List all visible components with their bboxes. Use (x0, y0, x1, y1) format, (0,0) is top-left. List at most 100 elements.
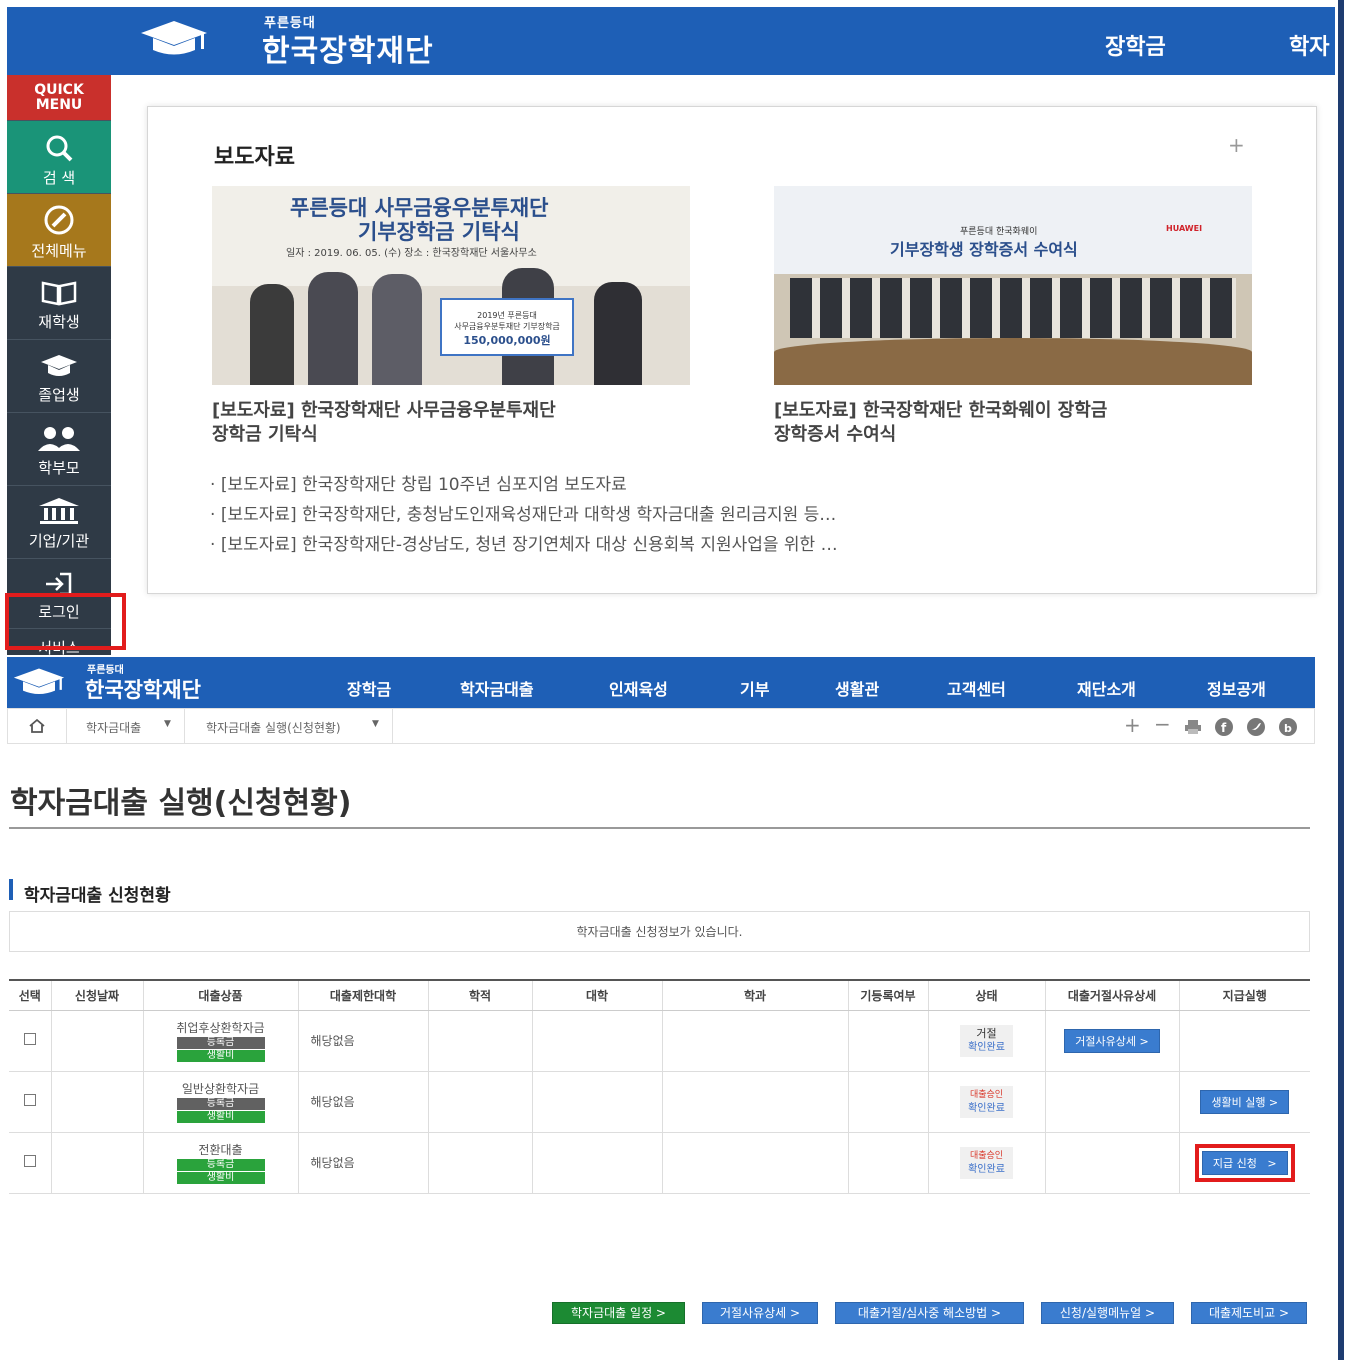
quick-menu-title-line1: QUICK (34, 82, 84, 98)
status-confirm-text: 확인완료 (968, 1041, 1005, 1053)
featured-caption-1-line1: [보도자료] 한국장학재단 사무금융우분투재단 (212, 400, 556, 421)
list-item[interactable]: · [보도자료] 한국장학재단 창립 10주년 심포지엄 보도자료 (210, 470, 1210, 500)
row-select-cell (9, 1071, 51, 1133)
featured-photo-1[interactable]: 푸른등대 사무금융우분투재단 기부장학금 기탁식 일자 : 2019. 06. … (212, 186, 690, 385)
status-cell: 대출승인 확인완료 (927, 1132, 1045, 1194)
donation-board-line1: 2019년 푸른등대 (477, 311, 537, 320)
living-tag: 생활비 (176, 1050, 265, 1062)
bottom-logo-text[interactable]: 한국장학재단 (85, 674, 201, 704)
section-title: 학자금대출 신청현황 (24, 886, 171, 906)
quick-menu-parent[interactable]: 학부모 (7, 413, 111, 486)
quick-menu-all[interactable]: 전체메뉴 (7, 194, 111, 267)
col-header-limit-university: 대출제한대학 (297, 980, 428, 1011)
quick-menu-company[interactable]: 기업/기관 (7, 486, 111, 559)
limit-cell: 해당없음 (297, 1071, 428, 1133)
payment-cell: 생활비 실행 > (1178, 1071, 1310, 1133)
living-expense-execute-button[interactable]: 생활비 실행 > (1200, 1089, 1290, 1114)
nav-dormitory[interactable]: 생활관 (835, 676, 879, 700)
quick-menu-search-label: 검 색 (42, 169, 76, 187)
photo-2-banner-line1: 기부장학생 장학증서 수여식 (890, 240, 1078, 259)
living-tag: 생활비 (176, 1172, 265, 1184)
reject-detail-bottom-button[interactable]: 거절사유상세 > (702, 1302, 818, 1324)
row-checkbox[interactable] (23, 1033, 36, 1045)
home-icon[interactable] (28, 718, 46, 734)
loan-compare-button[interactable]: 대출제도비교 > (1191, 1302, 1307, 1324)
status-text: 대출승인 (969, 1089, 1004, 1100)
quick-menu-student[interactable]: 재학생 (7, 267, 111, 340)
huawei-logo: HUAWEI (1166, 224, 1203, 233)
row-checkbox[interactable] (23, 1155, 36, 1167)
tuition-tag: 등록금 (176, 1037, 265, 1049)
enrollment-cell (427, 1132, 532, 1194)
breadcrumb-item-loan[interactable]: 학자금대출 (86, 719, 141, 736)
product-name: 전환대출 (198, 1143, 243, 1157)
department-cell (661, 1132, 848, 1194)
loan-status-table: 선택 신청날짜 대출상품 대출제한대학 학적 대학 학과 기등록여부 상태 대출… (9, 979, 1310, 1194)
print-icon[interactable] (1184, 719, 1202, 735)
quick-menu-graduate[interactable]: 졸업생 (7, 340, 111, 413)
reject-resolution-button[interactable]: 대출거절/심사중 해소방법 > (835, 1302, 1024, 1324)
chevron-down-icon[interactable]: ▼ (372, 719, 379, 729)
payment-request-button[interactable]: 지급 신청 > (1201, 1150, 1288, 1175)
registered-cell (847, 1132, 928, 1194)
nav-customer-center[interactable]: 고객센터 (947, 676, 1006, 700)
status-badge: 대출승인 확인완료 (960, 1085, 1013, 1118)
featured-caption-2-line1: [보도자료] 한국장학재단 한국화웨이 장학금 (774, 400, 1108, 421)
university-cell (531, 1071, 662, 1133)
featured-photo-2[interactable]: 푸른등대 한국화웨이 기부장학생 장학증서 수여식 HUAWEI (774, 186, 1252, 385)
top-nav-loan[interactable]: 학자 (1289, 29, 1329, 61)
nav-foundation[interactable]: 재단소개 (1077, 676, 1136, 700)
press-release-title: 보도자료 (214, 145, 295, 170)
donation-board-amount: 150,000,000원 (463, 334, 551, 347)
breadcrumb-item-current[interactable]: 학자금대출 실행(신청현황) (206, 719, 341, 736)
nav-talent[interactable]: 인재육성 (609, 676, 668, 700)
list-item[interactable]: · [보도자료] 한국장학재단, 충청남도인재육성재단과 대학생 학자금대출 원… (210, 500, 1210, 530)
row-checkbox[interactable] (23, 1094, 36, 1106)
quick-menu: QUICK MENU 검 색 전체메뉴 재학생 졸업생 학부모 기업/기관 로그… (7, 75, 111, 655)
chevron-down-icon[interactable]: ▼ (164, 719, 171, 729)
enrollment-cell (427, 1071, 532, 1133)
photo-1-banner-line2: 기부장학금 기탁식 (358, 220, 520, 244)
divider (184, 709, 185, 743)
top-logo-text[interactable]: 한국장학재단 (262, 26, 434, 70)
nav-scholarship[interactable]: 장학금 (347, 676, 391, 700)
status-text: 거절 (976, 1026, 997, 1040)
press-release-more-button[interactable]: + (1228, 133, 1245, 157)
manual-button[interactable]: 신청/실행메뉴얼 > (1041, 1302, 1174, 1324)
notice-box: 학자금대출 신청정보가 있습니다. (9, 911, 1310, 952)
right-border-rule (1338, 0, 1344, 1360)
breadcrumb: 학자금대출 ▼ 학자금대출 실행(신청현황) ▼ + − f b (7, 708, 1315, 744)
top-nav-scholarship[interactable]: 장학금 (1105, 29, 1166, 61)
col-header-university: 대학 (531, 980, 662, 1011)
status-cell: 거절 확인완료 (927, 1010, 1045, 1072)
quick-menu-search[interactable]: 검 색 (7, 121, 111, 194)
featured-caption-2[interactable]: [보도자료] 한국장학재단 한국화웨이 장학금 장학증서 수여식 (774, 399, 1264, 447)
compass-icon (44, 205, 74, 235)
donation-board-line2: 사무금융우분투재단 기부장학금 (454, 322, 560, 331)
status-cell: 대출승인 확인완료 (927, 1071, 1045, 1133)
product-cell: 전환대출 등록금 생활비 (142, 1132, 298, 1194)
product-cell: 취업후상환학자금 등록금 생활비 (142, 1010, 298, 1072)
press-release-card: 보도자료 + 푸른등대 사무금융우분투재단 기부장학금 기탁식 일자 : 201… (147, 106, 1317, 594)
nav-donation[interactable]: 기부 (740, 676, 769, 700)
reject-detail-button[interactable]: 거절사유상세 > (1064, 1028, 1160, 1053)
zoom-in-icon[interactable]: + (1124, 713, 1141, 737)
zoom-out-icon[interactable]: − (1154, 712, 1171, 736)
registered-cell (847, 1010, 928, 1072)
blog-icon[interactable]: b (1278, 717, 1298, 737)
nav-disclosure[interactable]: 정보공개 (1207, 676, 1266, 700)
facebook-icon[interactable]: f (1214, 717, 1234, 737)
quick-menu-title-line2: MENU (35, 97, 83, 113)
date-cell (50, 1071, 143, 1133)
col-header-date: 신청날짜 (50, 980, 143, 1011)
status-confirm-text: 확인완료 (968, 1102, 1005, 1114)
list-item[interactable]: · [보도자료] 한국장학재단-경상남도, 청년 장기연체자 대상 신용회복 지… (210, 530, 1210, 560)
photo-1-banner-subtitle: 일자 : 2019. 06. 05. (수) 장소 : 한국장학재단 서울사무소 (286, 248, 537, 259)
featured-caption-1[interactable]: [보도자료] 한국장학재단 사무금융우분투재단 장학금 기탁식 (212, 399, 702, 447)
group-photo-people (790, 278, 1236, 338)
svg-text:f: f (1221, 721, 1227, 735)
nav-student-loan[interactable]: 학자금대출 (460, 676, 534, 700)
loan-schedule-button[interactable]: 학자금대출 일정 > (552, 1302, 685, 1324)
twitter-icon[interactable] (1246, 717, 1266, 737)
quick-menu-parent-label: 학부모 (38, 459, 80, 477)
